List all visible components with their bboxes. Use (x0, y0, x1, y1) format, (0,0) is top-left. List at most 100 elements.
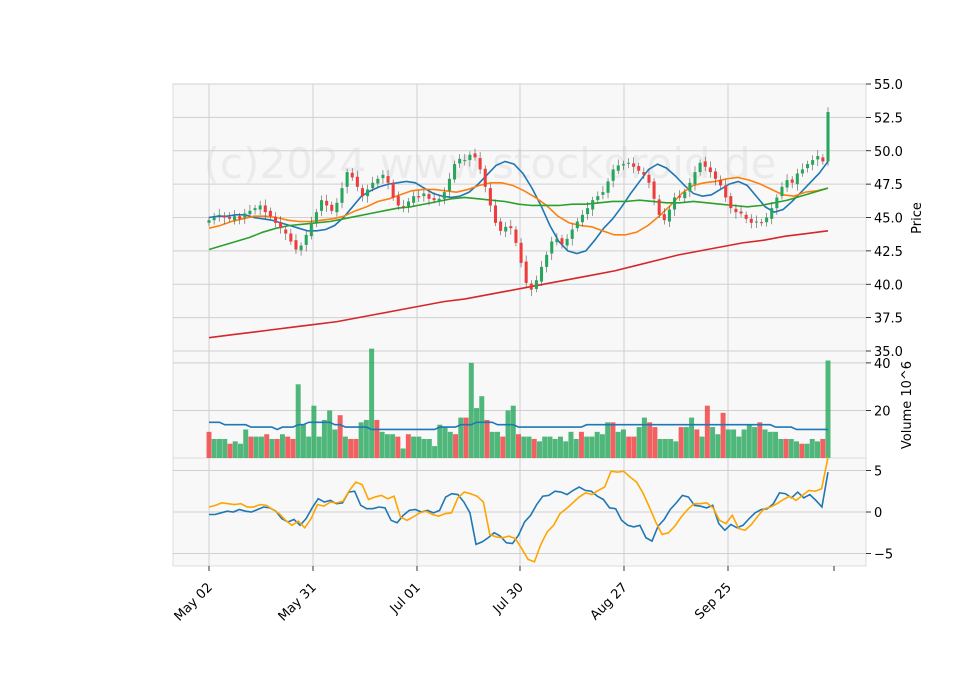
volume-bar (432, 446, 438, 458)
volume-bar (316, 436, 322, 458)
volume-bar (673, 441, 679, 458)
candle-body (376, 178, 380, 184)
candle-body (432, 198, 436, 201)
candle-body (759, 222, 764, 224)
volume-bar (626, 436, 632, 458)
candle-body (360, 188, 364, 197)
candle-body (652, 181, 656, 199)
volume-bar (815, 441, 821, 458)
volume-bar (285, 436, 291, 458)
volume-bar (332, 429, 338, 458)
volume-bar (678, 427, 684, 458)
volume-bar (746, 424, 752, 458)
candle-body (335, 202, 339, 213)
volume-bar (820, 438, 826, 458)
volume-bar (279, 434, 285, 458)
candle-body (325, 200, 329, 206)
volume-bar (211, 438, 217, 458)
candle-body (371, 182, 375, 189)
candle-body (299, 245, 303, 251)
volume-bar (468, 362, 474, 458)
volume-bar (243, 429, 249, 458)
volume-bar (237, 443, 243, 458)
candle-body (678, 196, 682, 198)
volume-bar (547, 436, 553, 458)
candle-body (493, 205, 498, 223)
candle-body (719, 180, 723, 186)
candle-body (785, 180, 789, 188)
candle-body (289, 233, 293, 242)
candle-body (304, 234, 308, 245)
volume-bar (752, 427, 758, 458)
volume-bar (342, 436, 348, 458)
candle-body (708, 167, 712, 173)
oscillator-tick-label: 5 (874, 464, 882, 479)
candle-body (355, 176, 359, 187)
candle-body (749, 218, 753, 223)
candle-body (688, 182, 692, 192)
volume-bar (516, 434, 521, 458)
candle-body (816, 156, 820, 160)
volume-bar (521, 436, 527, 458)
candle-body (499, 221, 503, 231)
volume-bar (489, 431, 495, 458)
volume-bar (584, 436, 590, 458)
candle-body (453, 164, 457, 180)
candle-body (248, 210, 252, 215)
volume-bar (505, 410, 511, 458)
volume-bar (757, 422, 763, 458)
candle-body (488, 188, 492, 206)
candle-body (463, 160, 467, 162)
volume-bar (568, 431, 574, 458)
candle-body (401, 206, 405, 208)
volume-bar (767, 431, 773, 458)
candle-body (560, 238, 564, 245)
volume-bar (825, 360, 831, 458)
candle-body (263, 205, 267, 213)
volume-bar (495, 431, 501, 458)
volume-bar (400, 448, 406, 458)
volume-bar (222, 438, 228, 458)
candle-body (314, 212, 318, 223)
volume-bar (311, 405, 317, 458)
candle-body (350, 172, 354, 178)
candle-body (806, 164, 810, 169)
price-axis-label: Price (910, 202, 925, 234)
candle-body (591, 200, 595, 210)
candle-body (739, 211, 743, 214)
candle-body (698, 162, 702, 173)
volume-bar (253, 436, 259, 458)
candle-body (238, 216, 242, 219)
price-tick-label: 50.0 (874, 145, 903, 160)
volume-bar (395, 436, 401, 458)
price-tick-label: 42.5 (874, 245, 903, 260)
candle-body (586, 208, 590, 215)
candle-body (642, 172, 646, 175)
volume-bar (552, 438, 558, 458)
candle-body (391, 182, 395, 198)
candle-body (713, 171, 717, 179)
candle-body (621, 164, 625, 166)
candle-body (673, 197, 677, 210)
candle-body (437, 198, 441, 202)
candle-body (765, 217, 769, 223)
candle-body (744, 214, 748, 219)
volume-bar (694, 429, 700, 458)
candle-body (524, 261, 528, 283)
volume-bar (563, 441, 569, 458)
oscillator-tick-label: −5 (874, 548, 893, 563)
volume-bar (689, 417, 695, 458)
candle-body (724, 185, 728, 198)
candle-body (217, 214, 221, 217)
volume-bar (636, 427, 642, 458)
volume-bar (725, 429, 731, 458)
volume-bar (599, 434, 605, 458)
candle-body (442, 192, 446, 199)
candle-body (775, 197, 779, 209)
volume-bar (736, 436, 742, 458)
volume-bar (295, 384, 301, 458)
x-tick-label: May 31 (276, 580, 320, 624)
candle-body (780, 186, 784, 197)
candle-body (616, 165, 620, 171)
candle-body (386, 176, 390, 183)
